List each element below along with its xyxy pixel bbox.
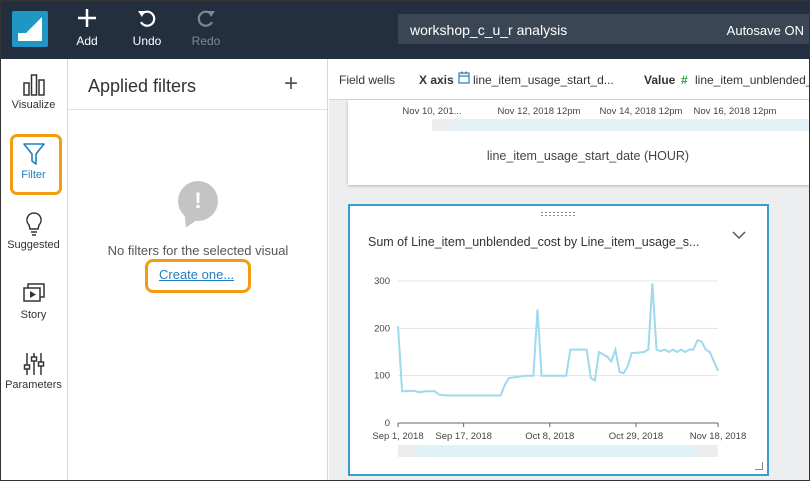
applied-filters-panel: Applied filters + ! No filters for the s… — [68, 59, 328, 481]
rail-item-suggested[interactable]: Suggested — [0, 211, 67, 251]
x-scroll-track[interactable] — [432, 119, 810, 131]
lightbulb-icon — [0, 211, 67, 239]
redo-label: Redo — [191, 34, 221, 48]
field-wells-bar[interactable]: Field wells X axis line_item_usage_start… — [329, 59, 810, 100]
alert-icon: ! — [178, 181, 218, 221]
undo-label: Undo — [132, 34, 162, 48]
funnel-icon — [0, 141, 67, 169]
sliders-icon — [0, 351, 67, 379]
left-rail: Visualize Filter Suggested Story Paramet… — [0, 59, 68, 481]
create-filter-link[interactable]: Create one... — [159, 267, 234, 282]
add-label: Add — [76, 34, 98, 48]
calendar-icon — [458, 71, 470, 87]
line-chart: 0 100 200 300 Sep 1, 2018 Sep 17, 2018 Oct 8, … — [372, 276, 747, 457]
app-logo[interactable] — [12, 11, 48, 47]
rail-label-suggested: Suggested — [7, 239, 60, 251]
x-tick-label: Oct 8, 2018 — [525, 431, 574, 442]
analysis-name[interactable]: workshop_c_u_r analysis — [410, 22, 567, 38]
value-well-label: Value — [644, 73, 676, 87]
value-field[interactable]: line_item_unblended_ — [695, 73, 810, 87]
x-tick-label: Sep 1, 2018 — [372, 431, 423, 442]
y-tick-label: 300 — [374, 276, 390, 287]
rail-label-visualize: Visualize — [11, 99, 56, 111]
rail-label-parameters: Parameters — [5, 379, 62, 391]
top-x-tick-label: Nov 10, 201... — [402, 106, 461, 117]
plus-icon — [62, 6, 112, 32]
undo-button[interactable]: Undo — [122, 6, 172, 54]
x-scroll-thumb[interactable] — [432, 119, 452, 131]
rail-label-filter: Filter — [21, 169, 46, 181]
resize-handle[interactable] — [755, 462, 763, 470]
top-x-tick-label: Nov 16, 2018 12pm — [694, 106, 777, 117]
y-tick-label: 200 — [374, 323, 390, 334]
undo-icon — [122, 6, 172, 32]
measure-hash-icon: # — [681, 73, 688, 87]
top-x-tick-label: Nov 14, 2018 12pm — [600, 106, 683, 117]
redo-icon — [181, 6, 231, 32]
x-tick-label: Oct 29, 2018 — [609, 431, 663, 442]
rail-item-story[interactable]: Story — [0, 281, 67, 321]
no-filters-message: No filters for the selected visual — [107, 243, 289, 258]
rail-label-story: Story — [20, 309, 47, 321]
top-axis-title: line_item_usage_start_date (HOUR) — [487, 149, 689, 163]
x-axis-well-label: X axis — [419, 73, 454, 87]
top-x-tick-label: Nov 12, 2018 12pm — [498, 106, 581, 117]
add-filter-button[interactable]: + — [284, 72, 298, 96]
series-line — [397, 283, 719, 397]
autosave-status[interactable]: Autosave ON — [727, 23, 804, 38]
rail-item-parameters[interactable]: Parameters — [0, 351, 67, 391]
y-tick-label: 0 — [385, 418, 390, 429]
add-button[interactable]: Add — [62, 6, 112, 54]
panel-divider — [68, 109, 327, 110]
analysis-canvas: Field wells X axis line_item_usage_start… — [329, 59, 810, 481]
story-icon — [0, 281, 67, 309]
x-axis-field[interactable]: line_item_usage_start_d... — [473, 73, 614, 87]
x-tick-label: Nov 18, 2018 — [690, 431, 747, 442]
x-tick-label: Sep 17, 2018 — [435, 431, 492, 442]
analysis-title-box[interactable]: workshop_c_u_r analysis Autosave ON — [398, 14, 810, 44]
rail-item-visualize[interactable]: Visualize — [0, 71, 67, 111]
applied-filters-title: Applied filters — [88, 76, 197, 96]
visual-card-selected[interactable]: Sum of Line_item_unblended_cost by Line_… — [348, 204, 769, 476]
top-toolbar: Add Undo Redo workshop_c_u_r analysis Au… — [0, 0, 810, 59]
top-visual-axis: Nov 10, 201... Nov 12, 2018 12pm Nov 14, 2… — [402, 106, 810, 163]
visual-card-top[interactable]: Nov 10, 201... Nov 12, 2018 12pm Nov 14, 2… — [348, 100, 810, 185]
redo-button[interactable]: Redo — [181, 6, 231, 54]
bar-chart-icon — [0, 71, 67, 99]
rail-item-filter[interactable]: Filter — [0, 141, 67, 181]
field-wells-label[interactable]: Field wells — [339, 73, 395, 87]
y-tick-label: 100 — [374, 371, 390, 382]
x-scroll-thumb[interactable] — [418, 445, 698, 457]
